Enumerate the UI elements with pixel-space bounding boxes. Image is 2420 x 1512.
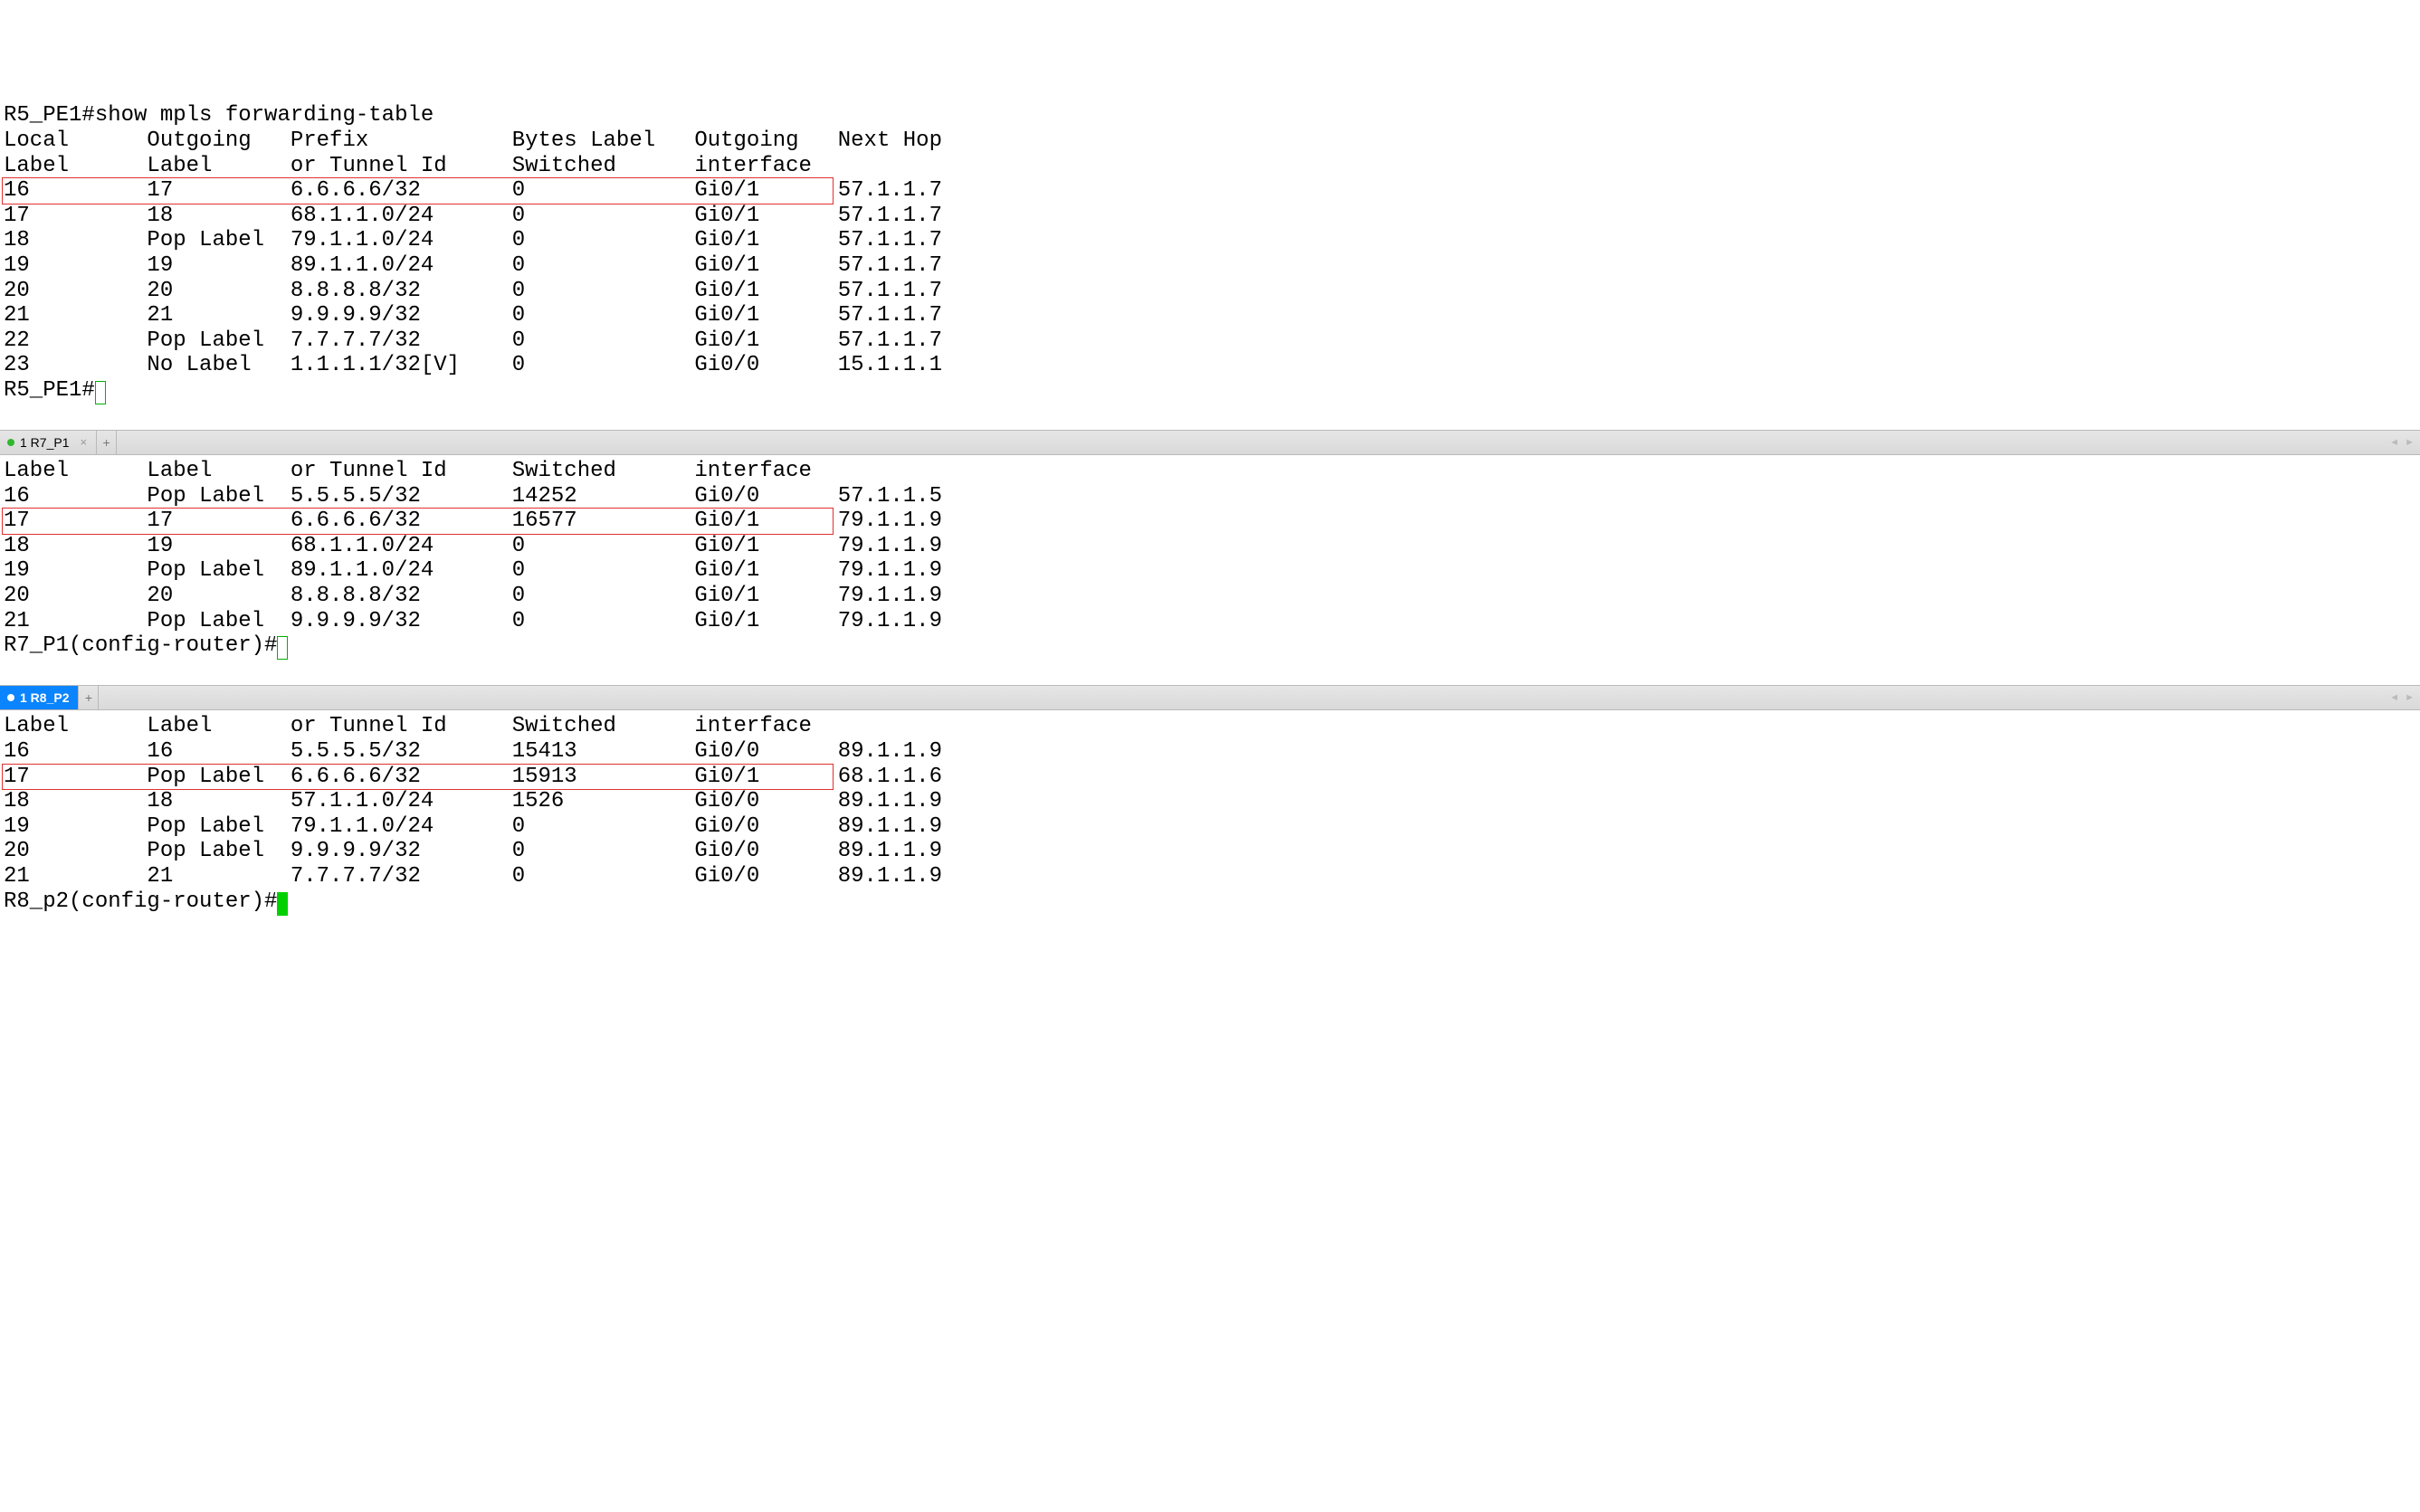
table-row: 21 21 7.7.7.7/32 0 Gi0/0 89.1.1.9 [4, 864, 2416, 889]
table-header: Label Label or Tunnel Id Switched interf… [4, 154, 2416, 179]
table-row: 21 Pop Label 9.9.9.9/32 0 Gi0/1 79.1.1.9 [4, 609, 2416, 634]
table-row: 19 19 89.1.1.0/24 0 Gi0/1 57.1.1.7 [4, 253, 2416, 279]
spacer [4, 404, 2416, 429]
table-row: 23 No Label 1.1.1.1/32[V] 0 Gi0/0 15.1.1… [4, 353, 2416, 378]
table-row: 19 Pop Label 79.1.1.0/24 0 Gi0/0 89.1.1.… [4, 814, 2416, 840]
table-header: Label Label or Tunnel Id Switched interf… [4, 714, 2416, 739]
prompt-line[interactable]: R8_p2(config-router)# [4, 889, 2416, 915]
prompt-line[interactable]: R5_PE1# [4, 378, 2416, 404]
table-row: 18 Pop Label 79.1.1.0/24 0 Gi0/1 57.1.1.… [4, 228, 2416, 253]
spacer [4, 659, 2416, 684]
command-line: R5_PE1#show mpls forwarding-table [4, 103, 2416, 128]
table-header: Local Outgoing Prefix Bytes Label Outgoi… [4, 128, 2416, 154]
chevron-right-icon[interactable]: ► [2405, 692, 2415, 704]
table-row: 20 20 8.8.8.8/32 0 Gi0/1 79.1.1.9 [4, 584, 2416, 609]
prompt-text: R5_PE1# [4, 378, 95, 403]
tab-label: 1 R7_P1 [20, 435, 69, 450]
tab-bar: 1 R8_P2+◄► [0, 685, 2420, 710]
tab-scroll-controls: ◄► [2389, 431, 2420, 454]
status-dot-icon [7, 694, 14, 701]
terminal-tab[interactable]: 1 R8_P2 [0, 686, 79, 709]
cursor-icon [277, 636, 288, 660]
chevron-left-icon[interactable]: ◄ [2389, 692, 2399, 704]
table-row: 17 17 6.6.6.6/32 16577 Gi0/1 79.1.1.9 [4, 509, 2416, 534]
prompt-line[interactable]: R7_P1(config-router)# [4, 633, 2416, 659]
table-row: 16 Pop Label 5.5.5.5/32 14252 Gi0/0 57.1… [4, 484, 2416, 509]
terminal-output[interactable]: Label Label or Tunnel Id Switched interf… [0, 710, 2420, 916]
table-header: Label Label or Tunnel Id Switched interf… [4, 459, 2416, 484]
table-row: 20 20 8.8.8.8/32 0 Gi0/1 57.1.1.7 [4, 279, 2416, 304]
table-row: 16 16 5.5.5.5/32 15413 Gi0/0 89.1.1.9 [4, 739, 2416, 765]
terminal-output[interactable]: R5_PE1#show mpls forwarding-tableLocal O… [0, 100, 2420, 430]
chevron-right-icon[interactable]: ► [2405, 437, 2415, 449]
add-tab-button[interactable]: + [97, 431, 117, 454]
terminal-pane: 1 R8_P2+◄►Label Label or Tunnel Id Switc… [0, 685, 2420, 916]
chevron-left-icon[interactable]: ◄ [2389, 437, 2399, 449]
table-row: 20 Pop Label 9.9.9.9/32 0 Gi0/0 89.1.1.9 [4, 839, 2416, 864]
cursor-icon [95, 381, 106, 404]
terminal-tab[interactable]: 1 R7_P1 × [0, 431, 97, 454]
table-row: 19 Pop Label 89.1.1.0/24 0 Gi0/1 79.1.1.… [4, 558, 2416, 584]
prompt-text: R7_P1(config-router)# [4, 633, 277, 658]
table-row: 17 18 68.1.1.0/24 0 Gi0/1 57.1.1.7 [4, 204, 2416, 229]
terminal-output[interactable]: Label Label or Tunnel Id Switched interf… [0, 455, 2420, 685]
table-row: 18 18 57.1.1.0/24 1526 Gi0/0 89.1.1.9 [4, 789, 2416, 814]
tab-scroll-controls: ◄► [2389, 686, 2420, 709]
cursor-icon [277, 892, 288, 916]
table-row: 21 21 9.9.9.9/32 0 Gi0/1 57.1.1.7 [4, 303, 2416, 328]
table-row: 17 Pop Label 6.6.6.6/32 15913 Gi0/1 68.1… [4, 765, 2416, 790]
status-dot-icon [7, 439, 14, 446]
add-tab-button[interactable]: + [79, 686, 99, 709]
terminal-pane: 1 R7_P1×+◄►Label Label or Tunnel Id Swit… [0, 430, 2420, 685]
tab-label: 1 R8_P2 [20, 690, 69, 705]
table-row: 22 Pop Label 7.7.7.7/32 0 Gi0/1 57.1.1.7 [4, 328, 2416, 354]
prompt-text: R8_p2(config-router)# [4, 889, 277, 914]
table-row: 18 19 68.1.1.0/24 0 Gi0/1 79.1.1.9 [4, 534, 2416, 559]
terminal-pane: R5_PE1#show mpls forwarding-tableLocal O… [0, 100, 2420, 430]
close-icon[interactable]: × [80, 436, 87, 450]
tab-bar: 1 R7_P1×+◄► [0, 430, 2420, 455]
table-row: 16 17 6.6.6.6/32 0 Gi0/1 57.1.1.7 [4, 178, 2416, 204]
